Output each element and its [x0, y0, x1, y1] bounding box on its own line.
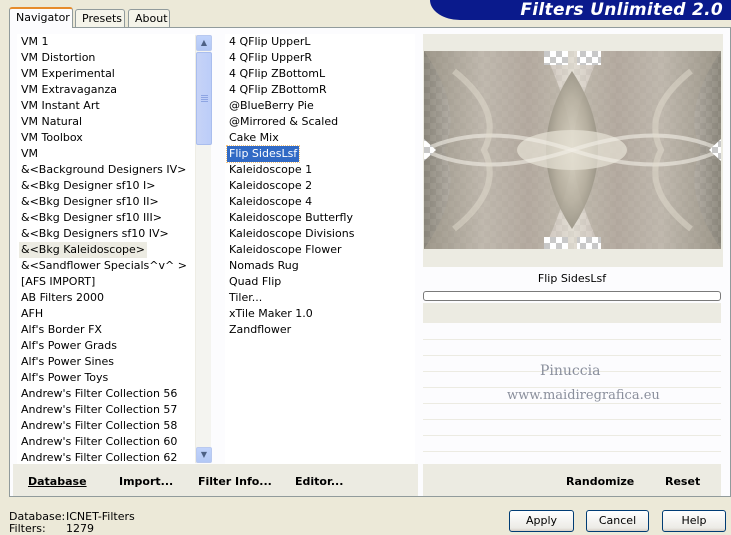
category-list-item[interactable]: Alf's Power Toys: [19, 371, 108, 384]
category-list-item[interactable]: VM 1: [19, 35, 49, 48]
filter-list-item[interactable]: Flip SidesLsf: [225, 145, 301, 163]
filter-list-item[interactable]: Kaleidoscope 4: [227, 195, 312, 208]
category-list-item[interactable]: Alf's Power Sines: [19, 355, 114, 368]
watermark-url: www.maidiregrafica.eu: [507, 388, 660, 403]
filter-list-item[interactable]: 4 QFlip ZBottomL: [227, 67, 325, 80]
scrollbar-thumb[interactable]: [196, 52, 212, 145]
status-filters-label: Filters:: [9, 522, 46, 535]
category-list-item[interactable]: Alf's Power Grads: [19, 339, 117, 352]
filter-list-item[interactable]: 4 QFlip ZBottomR: [227, 83, 327, 96]
preview-image: [424, 51, 721, 249]
category-list-item[interactable]: VM Instant Art: [19, 99, 100, 112]
category-list-item[interactable]: Andrew's Filter Collection 57: [19, 403, 177, 416]
category-list-item[interactable]: VM: [19, 147, 38, 160]
help-button[interactable]: Help: [662, 510, 726, 532]
category-list-item[interactable]: &<Bkg Designer sf10 I>: [19, 179, 156, 192]
apply-button[interactable]: Apply: [509, 510, 574, 532]
filter-list-item[interactable]: Kaleidoscope Butterfly: [227, 211, 353, 224]
filter-list-item[interactable]: Cake Mix: [227, 131, 279, 144]
category-list-item[interactable]: Andrew's Filter Collection 56: [19, 387, 177, 400]
tab-about[interactable]: About: [128, 9, 170, 28]
category-list-item[interactable]: VM Extravaganza: [19, 83, 117, 96]
filter-list-item[interactable]: 4 QFlip UpperR: [227, 51, 312, 64]
chevron-down-icon[interactable]: ▼: [196, 447, 212, 463]
category-list-item[interactable]: AFH: [19, 307, 43, 320]
category-list[interactable]: VM 1 VM Distortion VM Experimental VM Extra…: [17, 34, 195, 464]
category-list-item[interactable]: &<Sandflower Specials^v^ >: [19, 259, 187, 272]
watermark-name: Pinuccia: [540, 363, 601, 379]
import-button[interactable]: Import...: [119, 475, 173, 488]
category-list-item[interactable]: [AFS IMPORT]: [19, 275, 95, 288]
category-list-item[interactable]: &<Bkg Designer sf10 III>: [19, 211, 162, 224]
category-list-item[interactable]: VM Distortion: [19, 51, 95, 64]
category-list-item[interactable]: AB Filters 2000: [19, 291, 104, 304]
filter-list-item[interactable]: Zandflower: [227, 323, 291, 336]
filter-list-item[interactable]: Kaleidoscope 1: [227, 163, 312, 176]
filter-list-item[interactable]: Quad Flip: [227, 275, 281, 288]
randomize-button[interactable]: Randomize: [566, 475, 634, 488]
category-scrollbar[interactable]: ▲ ▼: [195, 35, 212, 463]
category-list-item[interactable]: VM Natural: [19, 115, 82, 128]
filter-list-item[interactable]: Kaleidoscope Divisions: [227, 227, 354, 240]
category-list-item[interactable]: &<Bkg Kaleidoscope>: [19, 242, 148, 258]
category-list-item[interactable]: Andrew's Filter Collection 62: [19, 451, 177, 464]
filter-list-item[interactable]: 4 QFlip UpperL: [227, 35, 311, 48]
filter-list-item[interactable]: @BlueBerry Pie: [227, 99, 314, 112]
progress-bar: [423, 291, 721, 301]
category-list-item[interactable]: VM Toolbox: [19, 131, 83, 144]
filter-list-item[interactable]: Nomads Rug: [227, 259, 299, 272]
category-list-item[interactable]: &<Bkg Designer sf10 II>: [19, 195, 159, 208]
filter-list[interactable]: 4 QFlip UpperL 4 QFlip UpperR 4 QFlip ZBot…: [225, 34, 415, 464]
app-logo: Filters Unlimited 2.0: [430, 0, 731, 20]
tab-presets[interactable]: Presets: [75, 9, 125, 28]
cancel-button[interactable]: Cancel: [586, 510, 649, 532]
filter-list-item[interactable]: Kaleidoscope 2: [227, 179, 312, 192]
category-list-item[interactable]: &<Background Designers IV>: [19, 163, 186, 176]
controls-header: [423, 303, 721, 323]
preview-filter-name: Flip SidesLsf: [537, 272, 607, 285]
tab-navigator[interactable]: Navigator: [9, 7, 73, 28]
category-list-item[interactable]: Alf's Border FX: [19, 323, 102, 336]
filter-info-button[interactable]: Filter Info...: [198, 475, 272, 488]
reset-button[interactable]: Reset: [665, 475, 700, 488]
category-list-item[interactable]: &<Bkg Designers sf10 IV>: [19, 227, 169, 240]
chevron-up-icon[interactable]: ▲: [196, 35, 212, 51]
filter-list-item[interactable]: Kaleidoscope Flower: [227, 243, 342, 256]
database-button[interactable]: Database: [28, 475, 87, 488]
filter-list-item[interactable]: xTile Maker 1.0: [227, 307, 313, 320]
editor-button[interactable]: Editor...: [295, 475, 343, 488]
filter-list-item[interactable]: @Mirrored & Scaled: [227, 115, 338, 128]
category-list-item[interactable]: Andrew's Filter Collection 60: [19, 435, 177, 448]
filter-list-item[interactable]: Tiler...: [227, 291, 262, 304]
status-filters-value: 1279: [66, 522, 94, 535]
category-list-item[interactable]: VM Experimental: [19, 67, 115, 80]
category-list-item[interactable]: Andrew's Filter Collection 58: [19, 419, 177, 432]
